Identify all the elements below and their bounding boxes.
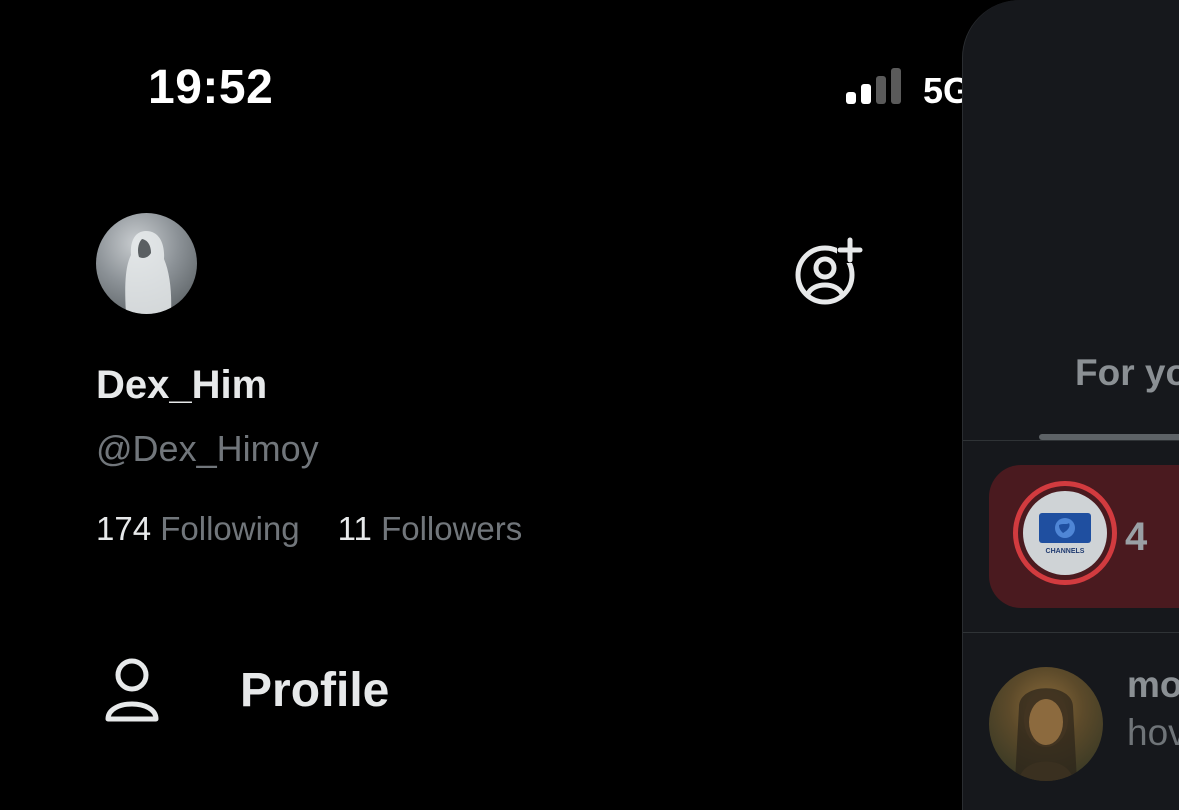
channels-logo-text: CHANNELS — [1046, 548, 1085, 555]
app-screen: 19:52 5G Dex_Him @Dex_Himoy 174 Followin… — [0, 0, 1179, 810]
user-handle: @Dex_Himoy — [96, 428, 319, 469]
display-name: Dex_Him — [96, 363, 268, 407]
add-account-icon[interactable] — [793, 237, 863, 307]
channels-logo: CHANNELS — [1023, 491, 1107, 575]
profile-avatar[interactable] — [96, 213, 197, 314]
following-label: Following — [160, 510, 300, 547]
menu-item-label: Profile — [240, 663, 390, 717]
portrait-image — [1015, 688, 1077, 781]
post-text: hov — [1127, 712, 1179, 753]
post-author-avatar[interactable] — [989, 667, 1103, 781]
person-icon — [105, 658, 159, 722]
followers-count: 11 — [337, 510, 372, 547]
divider — [963, 440, 1179, 441]
menu-item-profile[interactable]: Profile — [100, 655, 389, 725]
post-author-name: mo — [1127, 664, 1179, 705]
tab-for-you[interactable]: For yo — [1075, 352, 1179, 394]
follow-stats: 174 Following 11 Followers — [96, 510, 522, 548]
live-space-card[interactable]: CHANNELS 4 — [989, 465, 1179, 608]
following-count: 174 — [96, 510, 152, 547]
hooded-figure-image — [125, 231, 172, 314]
divider — [963, 632, 1179, 633]
status-time: 19:52 — [148, 61, 274, 114]
live-ring: CHANNELS — [1013, 481, 1117, 585]
globe-icon: CHANNELS — [1039, 513, 1091, 555]
listener-count: 4 — [1125, 515, 1148, 559]
followers-label: Followers — [381, 510, 523, 547]
following-link[interactable]: 174 Following — [96, 510, 300, 548]
cellular-signal-icon — [846, 68, 901, 104]
home-timeline-panel[interactable]: For yo CHANNELS 4 mo ho — [962, 0, 1179, 810]
followers-link[interactable]: 11 Followers — [338, 510, 523, 548]
